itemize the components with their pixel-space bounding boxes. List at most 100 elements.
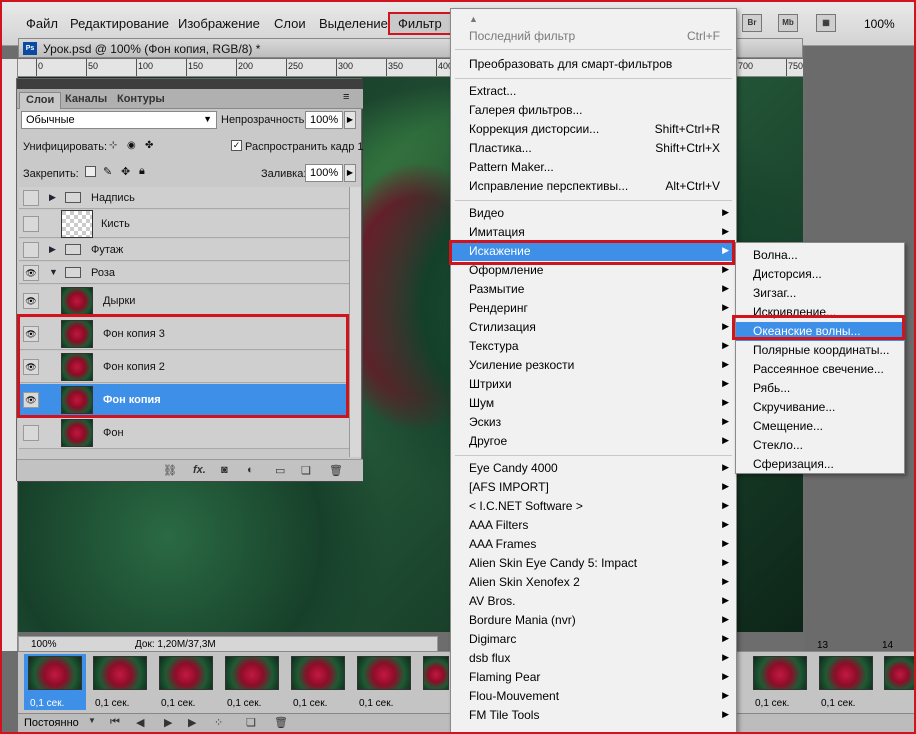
visibility-toggle[interactable]: [23, 242, 39, 258]
menu-item-15[interactable]: Текстура ▶: [451, 337, 736, 356]
menu-item-19[interactable]: Эскиз ▶: [451, 413, 736, 432]
menu-item-2[interactable]: Extract...: [451, 82, 736, 101]
submenu-item-12[interactable]: Сферизация...: [736, 455, 904, 474]
menu-item-34[interactable]: FM Tile Tools ▶: [451, 706, 736, 725]
menu-item-1[interactable]: Преобразовать для смарт-фильтров: [451, 55, 736, 74]
layer-row-dyrki[interactable]: 👁︎ Дырки: [19, 285, 349, 317]
submenu-item-2[interactable]: Дисторсия...: [736, 265, 904, 284]
visibility-toggle[interactable]: [23, 190, 39, 206]
menu-item-25[interactable]: AAA Frames ▶: [451, 535, 736, 554]
view-extras-icon[interactable]: ▦: [816, 14, 836, 32]
loop-select[interactable]: Постоянно: [24, 717, 79, 729]
menu-item-24[interactable]: AAA Filters ▶: [451, 516, 736, 535]
menu-item-33[interactable]: Flou-Mouvement ▶: [451, 687, 736, 706]
submenu-item-6[interactable]: Полярные координаты...: [736, 341, 904, 360]
unify-position-icon[interactable]: ⊹: [109, 140, 117, 151]
tab-layers[interactable]: Слои: [19, 92, 62, 109]
menu-item-17[interactable]: Штрихи ▶: [451, 375, 736, 394]
menu-filter[interactable]: Фильтр: [388, 12, 452, 35]
menu-item-11[interactable]: Оформление ▶: [451, 261, 736, 280]
prev-frame-icon[interactable]: ◀︎: [136, 716, 144, 729]
delete-frame-icon[interactable]: 🗑︎: [274, 716, 288, 729]
submenu-item-9[interactable]: Скручивание...: [736, 398, 904, 417]
scroll-up-icon[interactable]: ▲: [469, 14, 478, 24]
bridge-icon[interactable]: Br: [742, 14, 762, 32]
submenu-item-5[interactable]: Океанские волны...: [736, 322, 904, 341]
frame-delay[interactable]: 0,1 сек.: [30, 698, 64, 709]
menu-item-18[interactable]: Шум ▶: [451, 394, 736, 413]
tab-paths[interactable]: Контуры: [111, 92, 171, 109]
frame-delay[interactable]: 0,1 сек.: [821, 698, 855, 709]
visibility-toggle[interactable]: [23, 216, 39, 232]
submenu-item-8[interactable]: Рябь...: [736, 379, 904, 398]
visibility-toggle[interactable]: [23, 425, 39, 441]
menu-image[interactable]: Изображение: [178, 16, 260, 31]
collapse-triangle-icon[interactable]: ▼: [49, 267, 58, 277]
menu-file[interactable]: Файл: [26, 16, 58, 31]
layer-row-kist[interactable]: Кисть: [19, 210, 349, 238]
submenu-item-1[interactable]: Волна...: [736, 246, 904, 265]
menu-item-23[interactable]: < I.C.NET Software > ▶: [451, 497, 736, 516]
menu-layers[interactable]: Слои: [274, 16, 306, 31]
frame-delay[interactable]: 0,1 сек.: [755, 698, 789, 709]
expand-triangle-icon[interactable]: ▶: [49, 192, 56, 203]
menu-item-31[interactable]: dsb flux ▶: [451, 649, 736, 668]
first-frame-icon[interactable]: ⏮︎: [110, 716, 120, 729]
lock-all-icon[interactable]: 🔒︎: [139, 165, 145, 178]
mini-bridge-icon[interactable]: Mb: [778, 14, 798, 32]
menu-item-26[interactable]: Alien Skin Eye Candy 5: Impact ▶: [451, 554, 736, 573]
animation-frame[interactable]: 13 0,1 сек.: [815, 640, 877, 710]
eye-icon[interactable]: 👁︎: [23, 293, 39, 309]
opacity-field[interactable]: 100%: [305, 111, 343, 129]
animation-frame[interactable]: 0,1 сек.: [24, 654, 86, 710]
eye-icon[interactable]: 👁︎: [23, 265, 39, 281]
menu-item-16[interactable]: Усиление резкости ▶: [451, 356, 736, 375]
layer-row-roza[interactable]: 👁︎ ▼ Роза: [19, 262, 349, 284]
unify-visibility-icon[interactable]: ◉: [127, 140, 136, 151]
mask-icon[interactable]: ◙: [221, 464, 228, 476]
menu-item-13[interactable]: Рендеринг ▶: [451, 299, 736, 318]
menu-select[interactable]: Выделение: [319, 16, 388, 31]
play-icon[interactable]: ▶︎: [164, 716, 172, 729]
submenu-item-3[interactable]: Зигзаг...: [736, 284, 904, 303]
menu-item-12[interactable]: Размытие ▶: [451, 280, 736, 299]
menu-item-10[interactable]: Искажение ▶: [451, 242, 736, 261]
trash-icon[interactable]: 🗑︎: [329, 464, 343, 477]
submenu-item-7[interactable]: Рассеянное свечение...: [736, 360, 904, 379]
lock-brush-icon[interactable]: ✎: [103, 165, 112, 178]
adjustment-icon[interactable]: ◐: [247, 464, 254, 476]
next-frame-icon[interactable]: ▶︎: [188, 716, 196, 729]
expand-triangle-icon[interactable]: ▶: [49, 244, 56, 255]
menu-edit[interactable]: Редактирование: [70, 16, 169, 31]
animation-frame[interactable]: 0,1 сек.: [353, 654, 415, 710]
zoom-level[interactable]: 100%: [864, 17, 895, 31]
menu-item-21[interactable]: Eye Candy 4000 ▶: [451, 459, 736, 478]
submenu-item-10[interactable]: Смещение...: [736, 417, 904, 436]
status-zoom[interactable]: 100%: [31, 639, 57, 650]
animation-frame[interactable]: 0,1 сек.: [749, 654, 811, 710]
animation-frame[interactable]: 14: [880, 640, 914, 710]
animation-frame[interactable]: 0,1 сек.: [155, 654, 217, 710]
animation-frame[interactable]: 0,1 сек.: [287, 654, 349, 710]
animation-frame[interactable]: 0,1 сек.: [221, 654, 283, 710]
menu-item-3[interactable]: Галерея фильтров...: [451, 101, 736, 120]
panel-header-bar[interactable]: [17, 79, 363, 89]
blend-mode-select[interactable]: Обычные ▼: [21, 111, 217, 129]
menu-item-8[interactable]: Видео ▶: [451, 204, 736, 223]
fill-field[interactable]: 100%: [305, 164, 343, 182]
lock-transparency-icon[interactable]: [85, 166, 96, 177]
duplicate-frame-icon[interactable]: ❏: [246, 716, 256, 729]
frame-delay[interactable]: 0,1 сек.: [293, 698, 327, 709]
submenu-item-4[interactable]: Искривление...: [736, 303, 904, 322]
propagate-checkbox[interactable]: ✓: [231, 140, 242, 151]
menu-item-30[interactable]: Digimarc ▶: [451, 630, 736, 649]
menu-item-last-filter[interactable]: Последний фильтр Ctrl+F: [451, 27, 736, 46]
menu-item-27[interactable]: Alien Skin Xenofex 2 ▶: [451, 573, 736, 592]
group-icon[interactable]: ▭: [275, 464, 285, 477]
tween-icon[interactable]: ⁘: [214, 716, 223, 729]
frame-delay[interactable]: 0,1 сек.: [95, 698, 129, 709]
menu-item-20[interactable]: Другое ▶: [451, 432, 736, 451]
lock-move-icon[interactable]: ✥: [121, 165, 130, 178]
frame-delay[interactable]: 0,1 сек.: [359, 698, 393, 709]
opacity-arrow-icon[interactable]: ▶: [344, 111, 356, 129]
